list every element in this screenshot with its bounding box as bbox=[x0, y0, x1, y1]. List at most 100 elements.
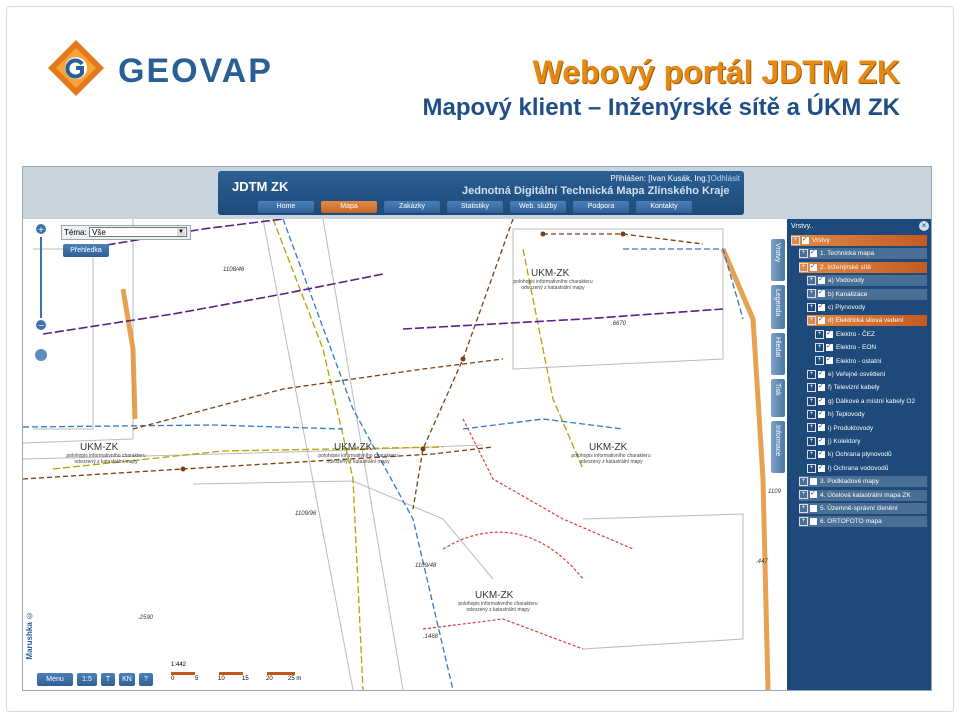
layer-checkbox[interactable] bbox=[818, 381, 825, 392]
layer-item[interactable]: +4. Účelová katastrální mapa ZK bbox=[799, 488, 927, 501]
tab-print[interactable]: Tisk bbox=[771, 379, 785, 417]
layer-item[interactable]: + Elektro - EON bbox=[815, 341, 927, 353]
layer-checkbox[interactable] bbox=[810, 261, 817, 272]
expand-icon[interactable]: + bbox=[807, 396, 816, 406]
layer-checkbox[interactable] bbox=[818, 421, 825, 432]
layer-checkbox[interactable] bbox=[818, 287, 825, 298]
layer-checkbox[interactable] bbox=[818, 462, 825, 473]
expand-icon[interactable]: + bbox=[791, 235, 800, 245]
layer-checkbox[interactable] bbox=[818, 368, 825, 379]
layer-label: g) Dálkové a místní kabely O2 bbox=[828, 397, 916, 405]
layer-checkbox[interactable] bbox=[802, 234, 809, 245]
ukm-label: UKM-ZK bbox=[334, 442, 373, 453]
text-button[interactable]: T bbox=[101, 673, 115, 686]
layer-checkbox[interactable] bbox=[818, 448, 825, 459]
layer-checkbox[interactable] bbox=[810, 504, 817, 512]
expand-icon[interactable]: + bbox=[807, 316, 816, 326]
overview-button[interactable]: Přehledka bbox=[63, 244, 109, 257]
layer-item[interactable]: + k) Ochrana plynovodů bbox=[807, 448, 927, 460]
help-button[interactable]: ? bbox=[139, 673, 153, 686]
expand-icon[interactable]: + bbox=[799, 517, 808, 527]
tab-search[interactable]: Hledat bbox=[771, 333, 785, 375]
geovap-logo: GEOVAP bbox=[46, 38, 286, 102]
layer-item[interactable]: + e) Veřejné osvětlení bbox=[807, 368, 927, 380]
layer-checkbox[interactable] bbox=[818, 395, 825, 406]
layer-checkbox[interactable] bbox=[826, 328, 833, 339]
layer-item[interactable]: + Elektro - ČEZ bbox=[815, 328, 927, 340]
layer-item[interactable]: + a) Vodovody bbox=[807, 274, 927, 287]
parcel-label: 1109/96 bbox=[295, 511, 317, 517]
layer-item[interactable]: + i) Produktovody bbox=[807, 421, 927, 434]
expand-icon[interactable]: + bbox=[807, 409, 816, 419]
bottom-toolbar: Menu 1:5 < T KN ? bbox=[37, 673, 153, 690]
theme-selector: Téma: Vše ▼ bbox=[61, 225, 191, 240]
layer-checkbox[interactable] bbox=[810, 477, 817, 485]
layer-item[interactable]: +2. Inženýrské sítě bbox=[799, 261, 927, 273]
expand-icon[interactable]: + bbox=[807, 450, 816, 460]
nav-map[interactable]: Mapa bbox=[321, 201, 377, 213]
kn-button[interactable]: KN bbox=[119, 673, 135, 686]
layer-item[interactable]: + Vrstvy bbox=[791, 234, 927, 246]
tab-legend[interactable]: Legenda bbox=[771, 285, 785, 329]
map-app-window: JDTM ZK Jednotná Digitální Technická Map… bbox=[22, 166, 932, 691]
expand-icon[interactable]: + bbox=[807, 289, 816, 299]
layer-checkbox[interactable] bbox=[826, 341, 833, 352]
nav-home[interactable]: Home bbox=[258, 201, 314, 213]
expand-icon[interactable]: + bbox=[815, 356, 824, 366]
layer-checkbox[interactable] bbox=[818, 314, 825, 325]
tab-layers[interactable]: Vrstvy bbox=[771, 239, 785, 281]
layer-checkbox[interactable] bbox=[826, 354, 833, 365]
expand-icon[interactable]: + bbox=[807, 383, 816, 393]
layer-item[interactable]: + b) Kanalizace bbox=[807, 287, 927, 300]
layer-item[interactable]: + j) Kolektory bbox=[807, 435, 927, 447]
expand-icon[interactable]: + bbox=[807, 463, 816, 473]
expand-icon[interactable]: + bbox=[807, 302, 816, 312]
layer-item[interactable]: + Elektro - ostatní bbox=[815, 354, 927, 367]
nav-orders[interactable]: Zakázky bbox=[384, 201, 440, 213]
layer-item[interactable]: +1. Technická mapa bbox=[799, 247, 927, 260]
scale-ratio: 1:442 bbox=[171, 662, 187, 668]
expand-icon[interactable]: + bbox=[807, 369, 816, 379]
layer-item[interactable]: + d) Elektrická silová vedení bbox=[807, 314, 927, 327]
layer-item[interactable]: + h) Teplovody bbox=[807, 408, 927, 420]
layer-checkbox[interactable] bbox=[810, 247, 817, 258]
close-icon[interactable]: × bbox=[919, 221, 929, 231]
chevron-down-icon[interactable]: ▼ bbox=[177, 228, 185, 236]
layer-item[interactable]: + f) Televizní kabely bbox=[807, 381, 927, 393]
layer-checkbox[interactable] bbox=[818, 274, 825, 285]
layer-item[interactable]: + l) Ochrana vodovodů bbox=[807, 462, 927, 474]
tab-info[interactable]: Informace bbox=[771, 421, 785, 473]
expand-icon[interactable]: + bbox=[799, 503, 808, 513]
nav-contacts[interactable]: Kontakty bbox=[636, 201, 692, 213]
expand-icon[interactable]: + bbox=[815, 342, 824, 352]
layer-item[interactable]: +5. Územně-správní členění bbox=[799, 503, 927, 514]
expand-icon[interactable]: + bbox=[799, 262, 808, 272]
expand-icon[interactable]: + bbox=[807, 423, 816, 433]
logout-link[interactable]: Odhlásit bbox=[711, 174, 740, 183]
expand-icon[interactable]: + bbox=[799, 476, 808, 486]
layer-item[interactable]: +6. ORTOFOTO mapa bbox=[799, 516, 927, 528]
expand-icon[interactable]: + bbox=[807, 275, 816, 285]
expand-icon[interactable]: + bbox=[799, 249, 808, 259]
expand-icon[interactable]: + bbox=[799, 490, 808, 500]
zoom-control[interactable]: + − bbox=[35, 223, 47, 383]
layer-item[interactable]: + g) Dálkové a místní kabely O2 bbox=[807, 395, 927, 407]
scale-button[interactable]: 1:5 < bbox=[77, 673, 97, 690]
layer-checkbox[interactable] bbox=[810, 518, 817, 526]
expand-icon[interactable]: + bbox=[815, 329, 824, 339]
layer-checkbox[interactable] bbox=[818, 301, 825, 312]
ukm-label: UKM-ZK bbox=[475, 590, 514, 601]
nav-web-services[interactable]: Web. služby bbox=[510, 201, 566, 213]
expand-icon[interactable]: + bbox=[807, 436, 816, 446]
layer-checkbox[interactable] bbox=[810, 488, 817, 499]
map-canvas[interactable]: + − Téma: Vše ▼ Přehledka 1108/46 .6670 … bbox=[23, 219, 787, 690]
menu-button[interactable]: Menu bbox=[37, 673, 73, 686]
layer-item[interactable]: +3. Podkladové mapy bbox=[799, 476, 927, 488]
layer-item[interactable]: + c) Plynovody bbox=[807, 301, 927, 313]
layer-label: 6. ORTOFOTO mapa bbox=[820, 518, 882, 526]
layer-checkbox[interactable] bbox=[818, 435, 825, 446]
theme-select[interactable]: Vše ▼ bbox=[89, 227, 187, 237]
nav-statistics[interactable]: Statistiky bbox=[447, 201, 503, 213]
layer-checkbox[interactable] bbox=[818, 408, 825, 419]
nav-support[interactable]: Podpora bbox=[573, 201, 629, 213]
